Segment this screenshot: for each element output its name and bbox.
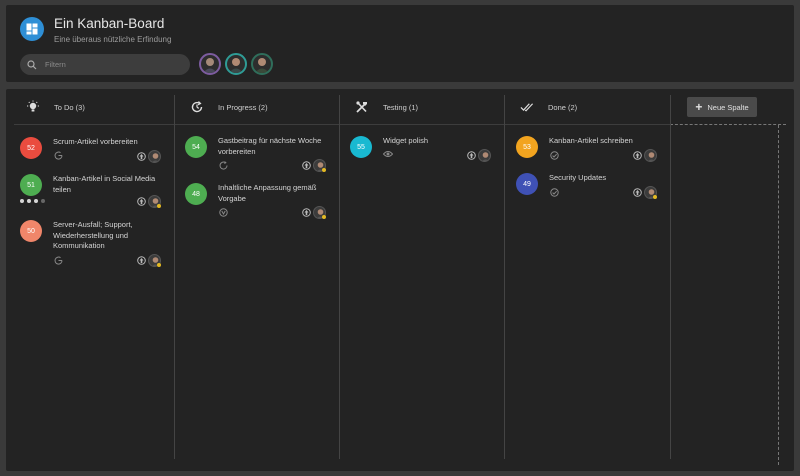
priority-icon xyxy=(302,208,311,217)
card-title: Security Updates xyxy=(549,173,607,182)
column-divider xyxy=(504,95,505,459)
card-id-badge: 54 xyxy=(185,136,207,158)
in-progress-status-icon xyxy=(218,160,228,170)
column-divider xyxy=(339,95,340,459)
card-id-badge: 52 xyxy=(20,137,42,159)
column-title: Testing (1) xyxy=(383,102,419,112)
board-subtitle: Eine überaus nützliche Erfindung xyxy=(54,35,172,44)
column-title: To Do (3) xyxy=(54,102,85,112)
progress-dots xyxy=(20,199,45,203)
priority-icon xyxy=(137,152,146,161)
card-title: Gastbeitrag für nächste Woche vorbereite… xyxy=(218,136,322,156)
card-51[interactable]: 51 Kanban-Artikel in Social Media teilen xyxy=(20,174,170,210)
member-list xyxy=(199,53,273,75)
priority-icon xyxy=(137,256,146,265)
online-indicator xyxy=(157,204,161,208)
column-header-testing[interactable]: Testing (1) xyxy=(355,89,418,125)
column-title: In Progress (2) xyxy=(218,102,268,112)
priority-icon xyxy=(302,161,311,170)
progress-dot xyxy=(27,199,31,203)
column-header-done[interactable]: Done (2) xyxy=(520,89,577,125)
column-divider xyxy=(670,95,671,459)
card-title: Server-Ausfall; Support, Wiederherstellu… xyxy=(53,220,133,250)
card-53[interactable]: 53 Kanban-Artikel schreiben xyxy=(516,136,666,164)
card-54[interactable]: 54 Gastbeitrag für nächste Woche vorbere… xyxy=(185,136,335,174)
new-column-dropzone-edge xyxy=(778,125,779,465)
card-title: Kanban-Artikel schreiben xyxy=(549,136,633,145)
progress-dot xyxy=(41,199,45,203)
online-indicator xyxy=(157,263,161,267)
double-check-icon xyxy=(520,100,534,114)
member-avatar[interactable] xyxy=(251,53,273,75)
board-logo-icon xyxy=(20,17,44,41)
card-50[interactable]: 50 Server-Ausfall; Support, Wiederherste… xyxy=(20,220,170,270)
online-indicator xyxy=(322,168,326,172)
card-title: Widget polish xyxy=(383,136,429,145)
search-icon xyxy=(27,59,38,70)
new-column-dropzone-top xyxy=(670,124,786,125)
priority-icon xyxy=(137,197,146,206)
header-divider xyxy=(14,124,670,125)
board-header: Ein Kanban-Board Eine überaus nützliche … xyxy=(6,5,794,82)
eye-icon xyxy=(383,149,393,159)
member-avatar[interactable] xyxy=(225,53,247,75)
column-header-todo[interactable]: To Do (3) xyxy=(26,89,85,125)
progress-dot xyxy=(20,199,24,203)
column-header-in-progress[interactable]: In Progress (2) xyxy=(190,89,268,125)
priority-icon xyxy=(467,151,476,160)
card-48[interactable]: 48 Inhaltliche Anpassung gemäß Vorgabe xyxy=(185,183,335,221)
online-indicator xyxy=(322,215,326,219)
card-title: Inhaltliche Anpassung gemäß Vorgabe xyxy=(218,183,317,203)
todo-status-icon xyxy=(53,150,63,160)
card-title: Scrum-Artikel vorbereiten xyxy=(53,137,138,146)
member-avatar[interactable] xyxy=(199,53,221,75)
card-55[interactable]: 55 Widget polish xyxy=(350,136,500,164)
review-status-icon xyxy=(218,207,228,217)
tools-icon xyxy=(355,100,369,114)
card-id-badge: 51 xyxy=(20,174,42,196)
card-id-badge: 48 xyxy=(185,183,207,205)
priority-icon xyxy=(633,151,642,160)
new-column-label: Neue Spalte xyxy=(707,102,749,112)
todo-status-icon xyxy=(53,255,63,265)
column-divider xyxy=(174,95,175,459)
lightbulb-icon xyxy=(26,100,40,114)
assignee-avatar[interactable] xyxy=(148,150,161,163)
filter-input[interactable] xyxy=(45,60,175,69)
board-title: Ein Kanban-Board xyxy=(54,16,165,31)
card-title: Kanban-Artikel in Social Media teilen xyxy=(53,174,156,194)
card-52[interactable]: 52 Scrum-Artikel vorbereiten xyxy=(20,137,170,167)
online-indicator xyxy=(653,195,657,199)
done-status-icon xyxy=(549,150,559,160)
card-49[interactable]: 49 Security Updates xyxy=(516,173,666,201)
progress-dot xyxy=(34,199,38,203)
plus-icon: + xyxy=(695,100,703,114)
filter-search[interactable] xyxy=(20,54,190,75)
card-id-badge: 49 xyxy=(516,173,538,195)
progress-icon xyxy=(190,100,204,114)
assignee-avatar[interactable] xyxy=(478,149,491,162)
card-id-badge: 53 xyxy=(516,136,538,158)
card-id-badge: 55 xyxy=(350,136,372,158)
card-id-badge: 50 xyxy=(20,220,42,242)
assignee-avatar[interactable] xyxy=(644,149,657,162)
kanban-board: To Do (3) In Progress (2) Testing (1) Do… xyxy=(6,89,794,471)
column-title: Done (2) xyxy=(548,102,578,112)
new-column-button[interactable]: + Neue Spalte xyxy=(687,97,757,117)
done-status-icon xyxy=(549,187,559,197)
priority-icon xyxy=(633,188,642,197)
